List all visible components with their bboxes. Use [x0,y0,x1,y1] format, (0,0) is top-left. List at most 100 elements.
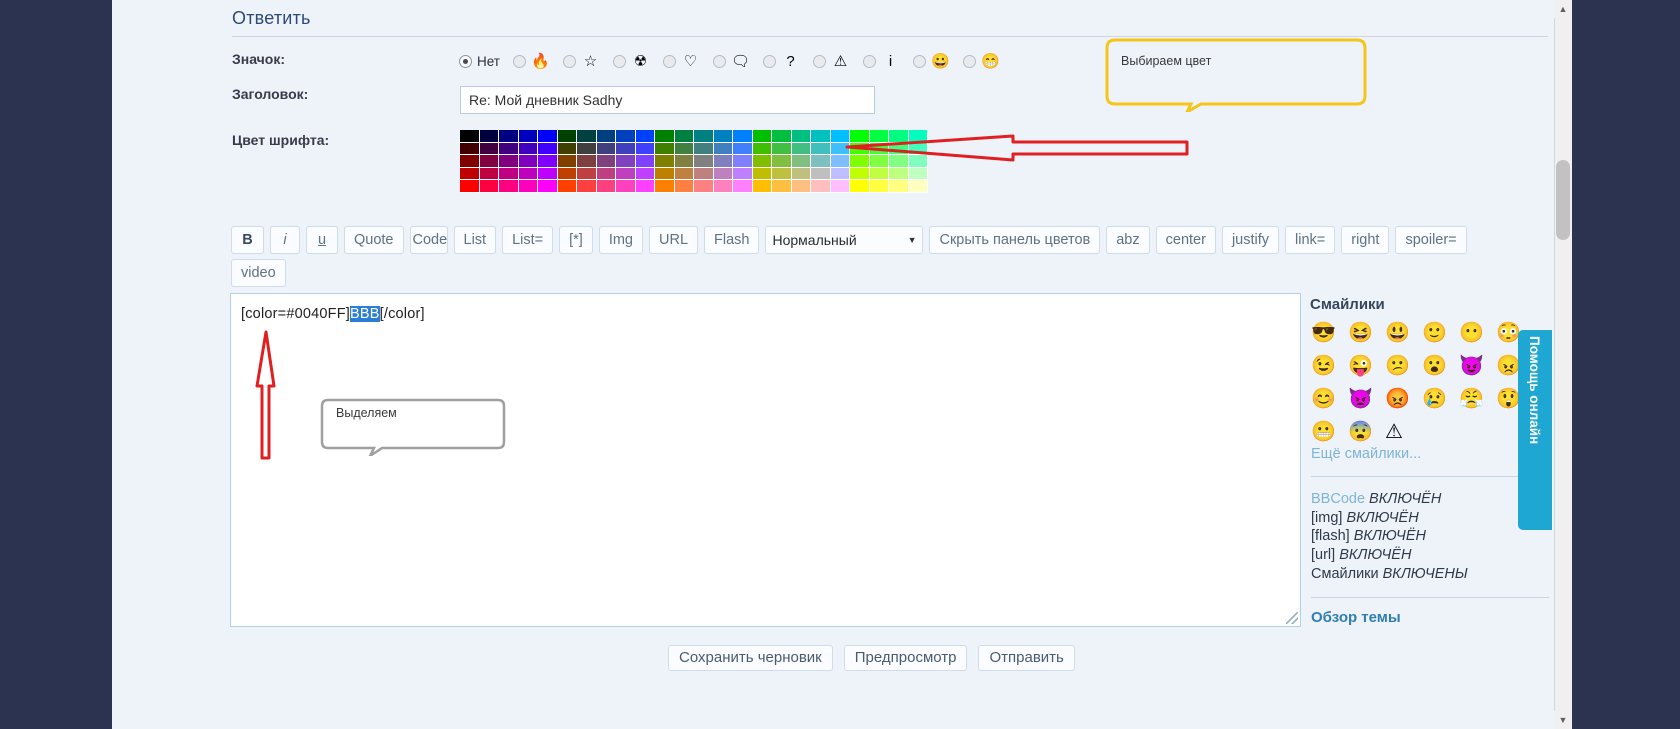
bold-button[interactable]: B [231,226,264,254]
palette-swatch[interactable] [674,180,694,193]
palette-swatch[interactable] [635,167,655,181]
palette-swatch[interactable] [460,167,480,181]
smilies-grid[interactable]: 😎 😆 😃 🙂 😶 😳 😉 😜 😕 😮 😈 😠 😊 👿 😡 😢 😤 😲 😬 😨 ⚠ [1311,317,1551,449]
palette-swatch[interactable] [479,180,499,193]
preview-button[interactable]: Предпросмотр [843,645,968,671]
palette-swatch[interactable] [811,180,831,193]
smiley-icon[interactable]: 😜 [1348,350,1385,383]
submit-button[interactable]: Отправить [978,645,1075,671]
palette-swatch[interactable] [596,155,616,168]
scrollbar-track[interactable] [1554,0,1572,729]
palette-swatch[interactable] [635,130,655,143]
help-online-tab[interactable]: Помощь онлайн [1518,330,1552,530]
icon-choice-fire-icon[interactable]: 🔥 [513,52,550,71]
palette-swatch[interactable] [499,155,519,168]
palette-swatch[interactable] [616,180,636,193]
radioactive-icon[interactable]: ☢ [631,52,650,71]
palette-swatch[interactable] [811,142,831,156]
center-button[interactable]: center [1155,226,1216,254]
palette-swatch[interactable] [577,180,597,193]
bbcode-status-key[interactable]: BBCode [1311,491,1369,507]
radio-none[interactable] [459,54,472,68]
info-icon[interactable]: i [881,52,900,71]
palette-swatch[interactable] [791,180,811,193]
palette-swatch[interactable] [538,180,558,193]
palette-swatch[interactable] [733,180,753,193]
warning-icon[interactable]: ⚠ [831,52,850,71]
smiley-icon[interactable]: 😡 [1385,383,1422,416]
palette-swatch[interactable] [460,130,480,143]
palette-swatch[interactable] [694,180,714,193]
star-icon[interactable]: ☆ [581,52,600,71]
palette-swatch[interactable] [850,142,870,156]
flash-button[interactable]: Flash [704,226,760,254]
palette-swatch[interactable] [557,155,577,168]
palette-swatch[interactable] [616,155,636,168]
smiley-icon[interactable]: 🙂 [1422,317,1459,350]
palette-swatch[interactable] [889,130,909,143]
icon-choice-warning-icon[interactable]: ⚠ [813,52,850,71]
list-eq-button[interactable]: List= [502,226,554,254]
palette-swatch[interactable] [577,167,597,181]
palette-swatch[interactable] [538,130,558,143]
radio-fire-icon[interactable] [513,54,526,68]
palette-swatch[interactable] [869,155,889,168]
radio-radioactive-icon[interactable] [613,54,626,68]
smiley-icon[interactable]: 😢 [1422,383,1459,416]
palette-swatch[interactable] [596,142,616,156]
palette-swatch[interactable] [694,155,714,168]
palette-swatch[interactable] [518,155,538,168]
palette-swatch[interactable] [674,130,694,143]
footer-button-bar[interactable]: Сохранить черновик Предпросмотр Отправит… [668,645,1075,671]
palette-swatch[interactable] [889,180,909,193]
palette-swatch[interactable] [596,180,616,193]
palette-swatch[interactable] [557,130,577,143]
icon-choice-smiley-orange-icon[interactable]: 😀 [913,52,950,71]
icon-choice-none[interactable]: Нет [459,54,500,69]
palette-swatch[interactable] [869,180,889,193]
palette-swatch[interactable] [655,155,675,168]
font-size-select[interactable]: Нормальный ▼ [765,226,924,254]
icon-choice-smiley-green-icon[interactable]: 😁 [963,52,1000,71]
palette-swatch[interactable] [850,180,870,193]
palette-swatch[interactable] [908,130,928,143]
code-button[interactable]: Code [409,226,448,254]
palette-swatch[interactable] [557,142,577,156]
color-palette[interactable] [460,130,928,193]
palette-swatch[interactable] [830,180,850,193]
smiley-icon[interactable]: 😬 [1311,416,1348,449]
palette-swatch[interactable] [577,142,597,156]
palette-swatch[interactable] [772,130,792,143]
radio-question-icon[interactable] [763,54,776,68]
thought-bubble-icon[interactable]: 🗨 [731,52,750,71]
palette-swatch[interactable] [518,167,538,181]
smiley-icon[interactable]: 😮 [1422,350,1459,383]
url-button[interactable]: URL [649,226,699,254]
palette-swatch[interactable] [577,130,597,143]
heart-icon[interactable]: ♡ [681,52,700,71]
palette-swatch[interactable] [635,155,655,168]
palette-swatch[interactable] [752,130,772,143]
img-button[interactable]: Img [598,226,643,254]
palette-swatch[interactable] [869,142,889,156]
smiley-icon[interactable]: ⚠ [1385,416,1422,449]
palette-swatch[interactable] [655,167,675,181]
palette-swatch[interactable] [830,130,850,143]
palette-swatch[interactable] [713,155,733,168]
palette-swatch[interactable] [460,180,480,193]
palette-swatch[interactable] [772,142,792,156]
palette-swatch[interactable] [479,142,499,156]
palette-swatch[interactable] [752,167,772,181]
icon-choice-heart-icon[interactable]: ♡ [663,52,700,71]
palette-swatch[interactable] [850,167,870,181]
palette-swatch[interactable] [713,167,733,181]
palette-swatch[interactable] [479,155,499,168]
palette-swatch[interactable] [850,130,870,143]
smiley-icon[interactable]: 😤 [1459,383,1496,416]
palette-swatch[interactable] [908,155,928,168]
more-smilies-link[interactable]: Ещё смайлики... [1311,446,1421,462]
palette-swatch[interactable] [772,167,792,181]
smiley-icon[interactable]: 😉 [1311,350,1348,383]
link-eq-button[interactable]: link= [1285,226,1336,254]
radio-star-icon[interactable] [563,54,576,68]
